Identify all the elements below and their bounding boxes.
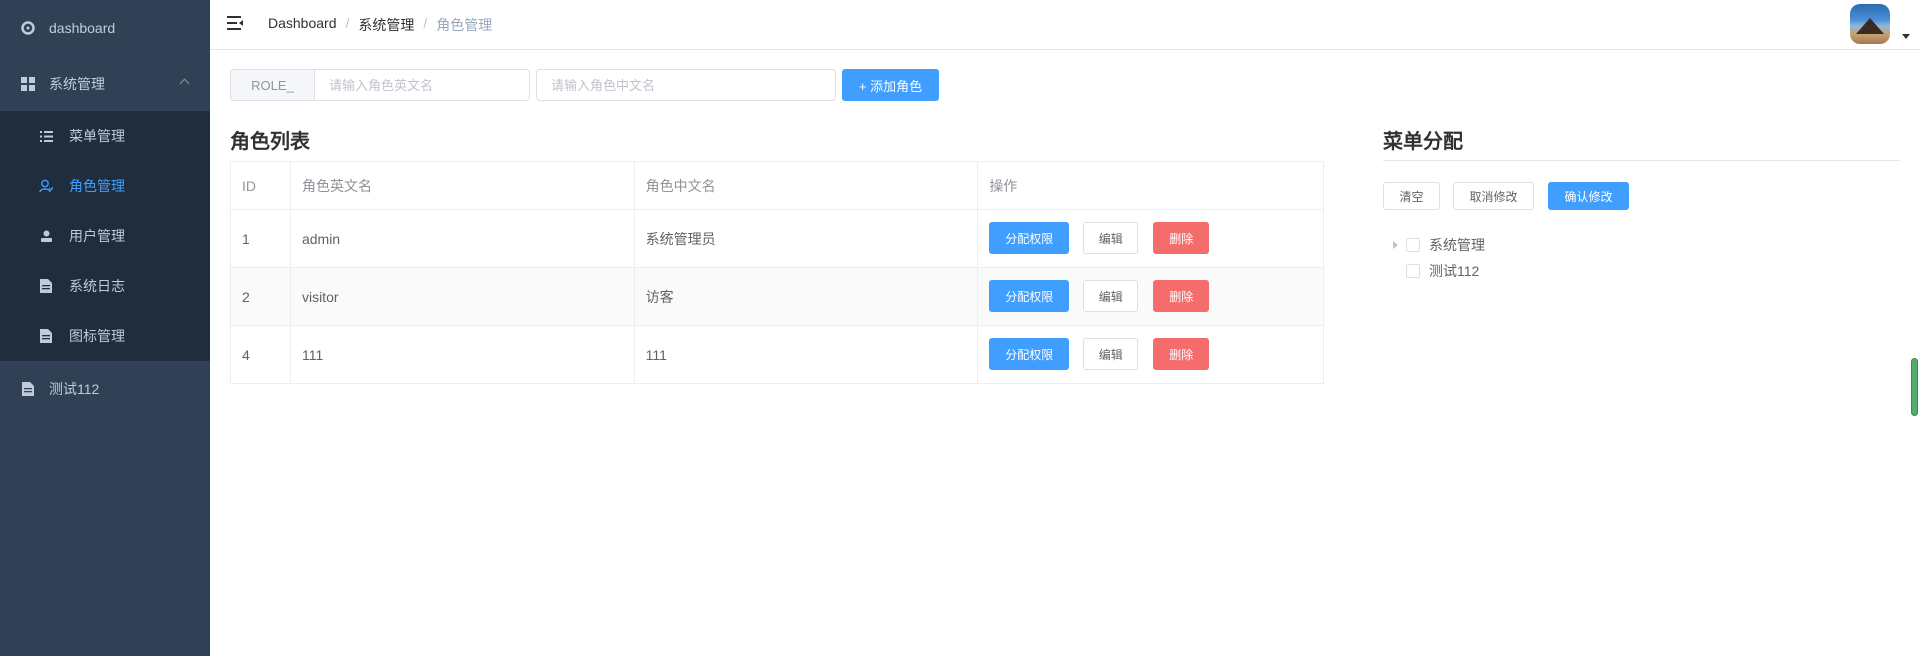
cell-actions: 分配权限 编辑 删除 bbox=[977, 325, 1324, 384]
menu-assign-title: 菜单分配 bbox=[1383, 131, 1463, 153]
caret-down-icon[interactable] bbox=[1902, 34, 1910, 39]
cancel-changes-button[interactable]: 取消修改 bbox=[1453, 182, 1534, 210]
role-english-name-input[interactable] bbox=[314, 69, 530, 101]
sidebar-item-menu-management[interactable]: 菜单管理 bbox=[0, 111, 210, 161]
sidebar-item-label: 系统日志 bbox=[69, 278, 125, 294]
breadcrumb-separator: / bbox=[345, 15, 350, 31]
user-role-icon bbox=[39, 179, 53, 193]
sidebar-item-label: 用户管理 bbox=[69, 228, 125, 244]
table-row: 1 admin 系统管理员 分配权限 编辑 删除 bbox=[230, 209, 1324, 268]
grid-icon bbox=[20, 76, 36, 92]
sidebar-item-label: 角色管理 bbox=[69, 178, 125, 194]
cell-id: 1 bbox=[230, 209, 291, 268]
confirm-changes-button[interactable]: 确认修改 bbox=[1548, 182, 1629, 210]
hamburger-icon[interactable] bbox=[227, 16, 244, 30]
delete-button[interactable]: 删除 bbox=[1153, 280, 1210, 312]
assign-permission-button[interactable]: 分配权限 bbox=[989, 280, 1070, 312]
breadcrumb-item-current: 角色管理 bbox=[436, 17, 493, 33]
dashboard-icon bbox=[20, 20, 36, 36]
cell-cn-name: 111 bbox=[633, 325, 979, 384]
sidebar-item-system-management[interactable]: 系统管理 bbox=[0, 56, 210, 112]
sidebar-item-label: 图标管理 bbox=[69, 328, 125, 344]
role-chinese-name-input[interactable] bbox=[536, 69, 836, 101]
cell-en-name: visitor bbox=[289, 267, 635, 326]
role-prefix-label: ROLE_ bbox=[230, 69, 314, 101]
edit-button[interactable]: 编辑 bbox=[1083, 222, 1139, 254]
sidebar-item-test112[interactable]: 测试112 bbox=[0, 361, 210, 417]
table-header-row: ID 角色英文名 角色中文名 操作 bbox=[230, 161, 1324, 210]
sidebar-item-label: 测试112 bbox=[49, 381, 100, 397]
role-list-title: 角色列表 bbox=[230, 131, 310, 153]
document-icon bbox=[39, 329, 53, 343]
cell-id: 2 bbox=[230, 267, 291, 326]
cell-cn-name: 访客 bbox=[633, 267, 979, 326]
clear-button[interactable]: 清空 bbox=[1383, 182, 1440, 210]
cell-en-name: admin bbox=[289, 209, 635, 268]
tree-node-system-management[interactable]: 系统管理 bbox=[1393, 235, 1485, 255]
caret-right-icon[interactable] bbox=[1393, 241, 1398, 249]
scrollbar-thumb[interactable] bbox=[1911, 358, 1918, 416]
cell-cn-name: 系统管理员 bbox=[633, 209, 979, 268]
column-header-cn-name: 角色中文名 bbox=[633, 161, 979, 210]
edit-button[interactable]: 编辑 bbox=[1083, 338, 1139, 370]
avatar[interactable] bbox=[1850, 4, 1890, 44]
navbar: Dashboard / 系统管理 / 角色管理 bbox=[210, 0, 1920, 50]
assign-permission-button[interactable]: 分配权限 bbox=[989, 338, 1070, 370]
breadcrumb-separator: / bbox=[423, 15, 428, 31]
delete-button[interactable]: 删除 bbox=[1153, 338, 1210, 370]
sidebar-item-dashboard[interactable]: dashboard bbox=[0, 0, 210, 56]
user-icon bbox=[39, 229, 53, 243]
table-row: 2 visitor 访客 分配权限 编辑 删除 bbox=[230, 267, 1324, 326]
tree-node-label: 系统管理 bbox=[1429, 237, 1485, 253]
cell-actions: 分配权限 编辑 删除 bbox=[977, 267, 1324, 326]
sidebar-item-icon-management[interactable]: 图标管理 bbox=[0, 311, 210, 361]
tree-node-test112[interactable]: 测试112 bbox=[1393, 261, 1479, 281]
role-table: ID 角色英文名 角色中文名 操作 1 admin 系统管理员 分配权限 编辑 … bbox=[230, 161, 1324, 384]
breadcrumb: Dashboard / 系统管理 / 角色管理 bbox=[268, 15, 492, 35]
chevron-up-icon bbox=[179, 78, 190, 89]
column-header-en-name: 角色英文名 bbox=[289, 161, 635, 210]
breadcrumb-item-system: 系统管理 bbox=[358, 17, 415, 33]
divider bbox=[1383, 160, 1900, 161]
sidebar-item-system-log[interactable]: 系统日志 bbox=[0, 261, 210, 311]
breadcrumb-item-dashboard[interactable]: Dashboard bbox=[268, 15, 337, 35]
tree-checkbox[interactable] bbox=[1406, 264, 1420, 278]
assign-permission-button[interactable]: 分配权限 bbox=[989, 222, 1070, 254]
column-header-actions: 操作 bbox=[977, 161, 1324, 210]
tree-checkbox[interactable] bbox=[1406, 238, 1420, 252]
cell-id: 4 bbox=[230, 325, 291, 384]
document-icon bbox=[20, 381, 36, 397]
sidebar-item-label: 菜单管理 bbox=[69, 128, 125, 144]
tree-node-label: 测试112 bbox=[1429, 263, 1480, 279]
sidebar-item-user-management[interactable]: 用户管理 bbox=[0, 211, 210, 261]
sidebar-item-role-management[interactable]: 角色管理 bbox=[0, 161, 210, 211]
column-header-id: ID bbox=[230, 161, 291, 210]
document-icon bbox=[39, 279, 53, 293]
list-icon bbox=[39, 129, 53, 143]
submenu-system-management: 菜单管理 角色管理 用户管理 系统日志 图标管理 bbox=[0, 111, 210, 361]
sidebar-item-label: dashboard bbox=[49, 20, 116, 36]
add-role-button[interactable]: + 添加角色 bbox=[842, 69, 939, 101]
sidebar: dashboard 系统管理 菜单管理 角色管理 用户管理 系统日志 图标管理 … bbox=[0, 0, 210, 656]
edit-button[interactable]: 编辑 bbox=[1083, 280, 1139, 312]
delete-button[interactable]: 删除 bbox=[1153, 222, 1210, 254]
sidebar-item-label: 系统管理 bbox=[49, 76, 105, 92]
table-row: 4 111 111 分配权限 编辑 删除 bbox=[230, 325, 1324, 384]
cell-actions: 分配权限 编辑 删除 bbox=[977, 209, 1324, 268]
cell-en-name: 111 bbox=[289, 325, 635, 384]
